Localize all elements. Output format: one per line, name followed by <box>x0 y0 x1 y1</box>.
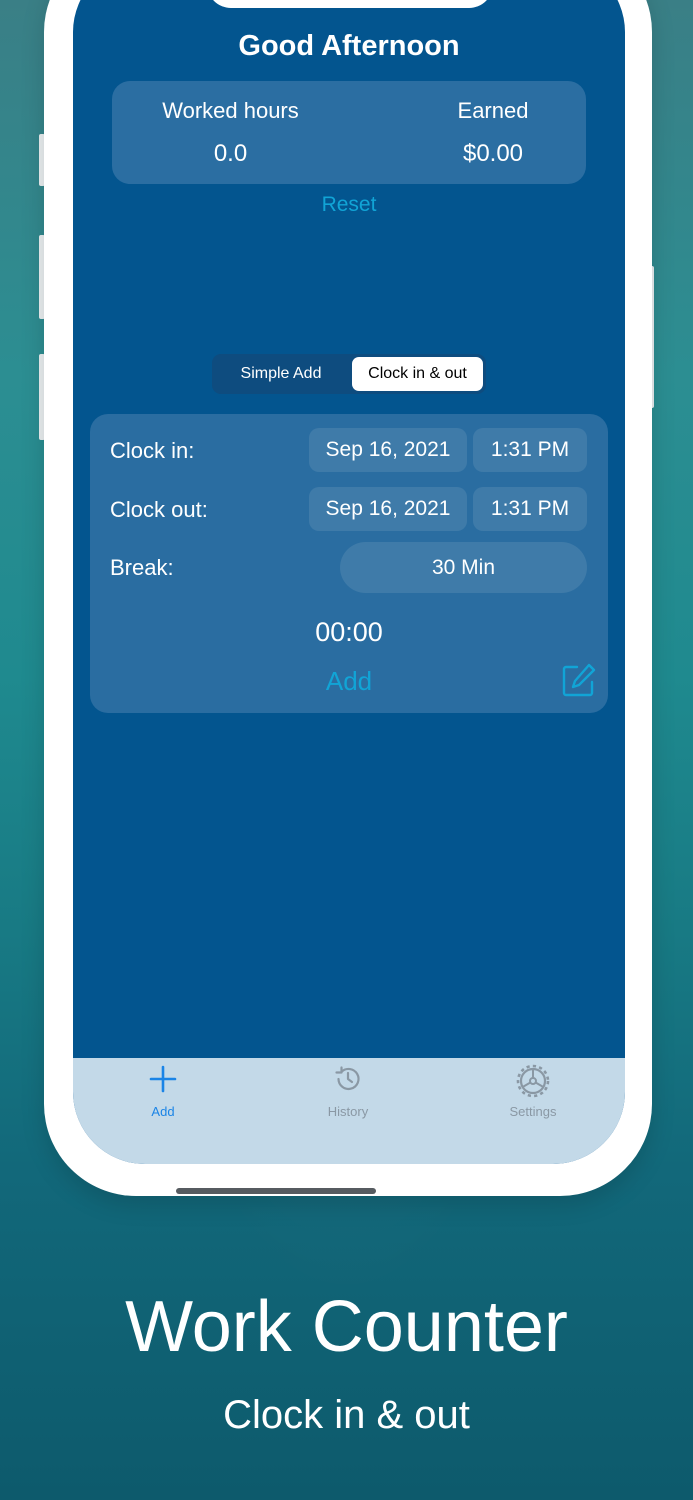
earned-value: $0.00 <box>462 140 524 167</box>
edit-icon[interactable] <box>561 662 597 698</box>
add-button[interactable]: Add <box>90 666 608 697</box>
tab-history-label: History <box>327 1104 369 1119</box>
clock-out-time-picker[interactable]: 1:31 PM <box>473 487 587 531</box>
tab-history[interactable]: History <box>288 1064 408 1128</box>
tab-settings[interactable]: Settings <box>473 1064 593 1128</box>
home-indicator <box>176 1188 376 1194</box>
mode-segmented-control: Simple Add Clock in & out <box>212 354 486 394</box>
clock-form-card: Clock in: Sep 16, 2021 1:31 PM Clock out… <box>90 414 608 713</box>
summary-card: Worked hours 0.0 Earned $0.00 <box>112 81 586 184</box>
reset-button[interactable]: Reset <box>73 193 625 217</box>
worked-hours-label: Worked hours <box>162 98 299 123</box>
duration-timer: 00:00 <box>315 617 383 647</box>
worked-hours-value: 0.0 <box>213 140 248 167</box>
tab-settings-label: Settings <box>509 1104 557 1119</box>
tab-add-label: Add <box>151 1104 175 1119</box>
greeting-title: Good Afternoon <box>238 30 460 62</box>
history-icon <box>288 1064 408 1094</box>
clock-in-time-picker[interactable]: 1:31 PM <box>473 428 587 472</box>
clock-in-label: Clock in: <box>110 438 195 463</box>
app-screen: Good Afternoon Worked hours 0.0 Earned $… <box>73 0 625 1164</box>
phone-notch <box>207 0 493 8</box>
gear-icon <box>473 1064 593 1098</box>
clock-out-date-picker[interactable]: Sep 16, 2021 <box>309 487 467 531</box>
worked-hours-summary: Worked hours 0.0 <box>112 81 349 184</box>
tab-add[interactable]: Add <box>103 1064 223 1128</box>
promo-subtitle: Clock in & out <box>223 1393 470 1437</box>
earned-label: Earned <box>457 98 529 123</box>
clock-in-date-picker[interactable]: Sep 16, 2021 <box>309 428 467 472</box>
tab-bar: Add History Settings <box>73 1058 625 1164</box>
earned-summary: Earned $0.00 <box>372 81 614 184</box>
break-label: Break: <box>110 555 174 580</box>
segment-clock-in-out[interactable]: Clock in & out <box>352 357 483 391</box>
promo-title: Work Counter <box>125 1287 568 1367</box>
segment-simple-add[interactable]: Simple Add <box>215 357 347 391</box>
clock-out-label: Clock out: <box>110 497 208 522</box>
break-duration-picker[interactable]: 30 Min <box>340 542 587 593</box>
plus-icon <box>103 1064 223 1094</box>
